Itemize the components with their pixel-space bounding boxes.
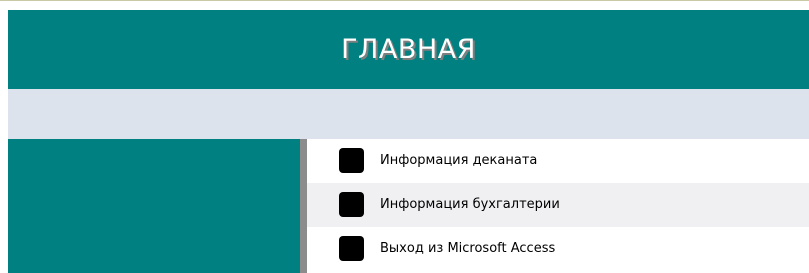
page-title: ГЛАВНАЯ bbox=[341, 34, 476, 65]
menu-item-accounting-info[interactable]: Информация бухгалтерии bbox=[307, 183, 809, 227]
top-border bbox=[0, 0, 809, 10]
menu-item-label[interactable]: Информация бухгалтерии bbox=[380, 183, 560, 227]
exit-access-button[interactable] bbox=[339, 236, 364, 261]
menu-item-label[interactable]: Выход из Microsoft Access bbox=[380, 227, 555, 271]
sidebar-divider bbox=[300, 139, 307, 273]
switchboard-form: ГЛАВНАЯ Информация деканата Информация б… bbox=[0, 0, 809, 273]
dean-info-button[interactable] bbox=[339, 148, 364, 173]
sidebar-panel bbox=[8, 139, 300, 273]
subheader-band bbox=[8, 89, 809, 139]
accounting-info-button[interactable] bbox=[339, 192, 364, 217]
switchboard-menu: Информация деканата Информация бухгалтер… bbox=[307, 139, 809, 273]
form-header: ГЛАВНАЯ bbox=[8, 10, 809, 89]
menu-item-dean-info[interactable]: Информация деканата bbox=[307, 139, 809, 183]
left-edge bbox=[0, 10, 8, 273]
menu-item-exit-access[interactable]: Выход из Microsoft Access bbox=[307, 227, 809, 271]
menu-item-label[interactable]: Информация деканата bbox=[380, 139, 537, 183]
